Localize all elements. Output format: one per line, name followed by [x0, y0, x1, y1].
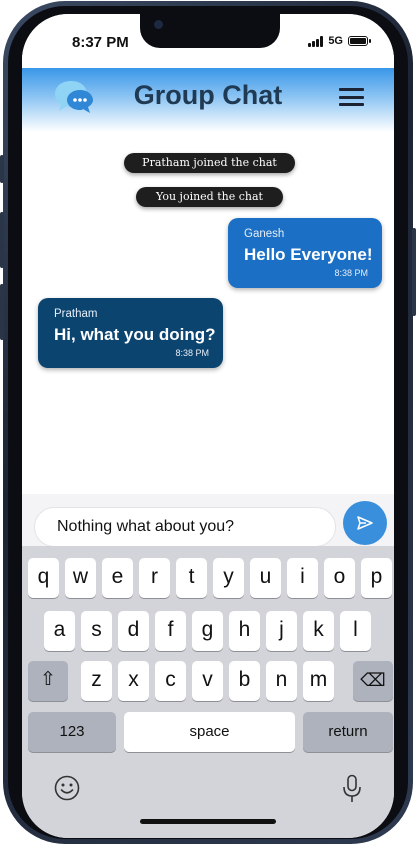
key-z[interactable]: z	[81, 661, 112, 701]
key-i[interactable]: i	[287, 558, 318, 598]
mute-switch	[0, 155, 4, 183]
key-x[interactable]: x	[118, 661, 149, 701]
delete-key[interactable]: ⌫	[353, 661, 393, 701]
message-sender: Ganesh	[244, 228, 285, 240]
message-text: Hello Everyone!	[244, 245, 373, 264]
key-w[interactable]: w	[65, 558, 96, 598]
power-button	[412, 228, 416, 316]
status-bar: 8:37 PM 5G	[22, 14, 394, 66]
key-m[interactable]: m	[303, 661, 334, 701]
key-d[interactable]: d	[118, 611, 149, 651]
message-text: Hi, what you doing?	[54, 325, 216, 344]
chat-header: Group Chat	[22, 68, 394, 132]
key-t[interactable]: t	[176, 558, 207, 598]
screen: 8:37 PM 5G Group Chat Pratham joined the…	[22, 14, 394, 838]
key-l[interactable]: l	[340, 611, 371, 651]
key-y[interactable]: y	[213, 558, 244, 598]
key-v[interactable]: v	[192, 661, 223, 701]
signal-icon	[308, 35, 324, 47]
key-h[interactable]: h	[229, 611, 260, 651]
message-time: 8:38 PM	[334, 268, 368, 278]
keyboard-accessory-bar	[22, 774, 394, 824]
return-key[interactable]: return	[303, 712, 393, 752]
key-q[interactable]: q	[28, 558, 59, 598]
volume-down-button	[0, 284, 4, 340]
status-time: 8:37 PM	[72, 34, 129, 51]
key-e[interactable]: e	[102, 558, 133, 598]
emoji-icon[interactable]	[54, 775, 80, 801]
key-j[interactable]: j	[266, 611, 297, 651]
key-c[interactable]: c	[155, 661, 186, 701]
send-icon	[357, 516, 373, 530]
menu-button[interactable]	[339, 88, 364, 106]
key-k[interactable]: k	[303, 611, 334, 651]
composer: Nothing what about you?	[22, 494, 394, 547]
message-sender: Pratham	[54, 308, 98, 320]
key-b[interactable]: b	[229, 661, 260, 701]
numbers-key[interactable]: 123	[28, 712, 116, 752]
message-input[interactable]: Nothing what about you?	[34, 507, 336, 547]
home-indicator[interactable]	[140, 819, 276, 824]
key-g[interactable]: g	[192, 611, 223, 651]
key-r[interactable]: r	[139, 558, 170, 598]
shift-key[interactable]: ⇧	[28, 661, 68, 701]
key-s[interactable]: s	[81, 611, 112, 651]
volume-up-button	[0, 212, 4, 268]
network-type: 5G	[328, 35, 343, 47]
notch	[140, 14, 280, 48]
key-n[interactable]: n	[266, 661, 297, 701]
send-button[interactable]	[343, 501, 387, 545]
camera-icon	[154, 20, 163, 29]
key-a[interactable]: a	[44, 611, 75, 651]
message-bubble[interactable]: Pratham Hi, what you doing? 8:38 PM	[38, 298, 223, 368]
key-f[interactable]: f	[155, 611, 186, 651]
microphone-icon[interactable]	[342, 774, 362, 804]
message-bubble[interactable]: Ganesh Hello Everyone! 8:38 PM	[228, 218, 382, 288]
space-key[interactable]: space	[124, 712, 295, 752]
status-indicators: 5G	[308, 35, 371, 47]
key-p[interactable]: p	[361, 558, 392, 598]
message-time: 8:38 PM	[175, 348, 209, 358]
key-o[interactable]: o	[324, 558, 355, 598]
hamburger-icon	[339, 88, 364, 91]
system-notice: Pratham joined the chat	[124, 153, 295, 173]
key-u[interactable]: u	[250, 558, 281, 598]
message-list[interactable]: Pratham joined the chat You joined the c…	[22, 132, 394, 492]
battery-icon	[348, 36, 371, 46]
system-notice: You joined the chat	[136, 187, 283, 207]
